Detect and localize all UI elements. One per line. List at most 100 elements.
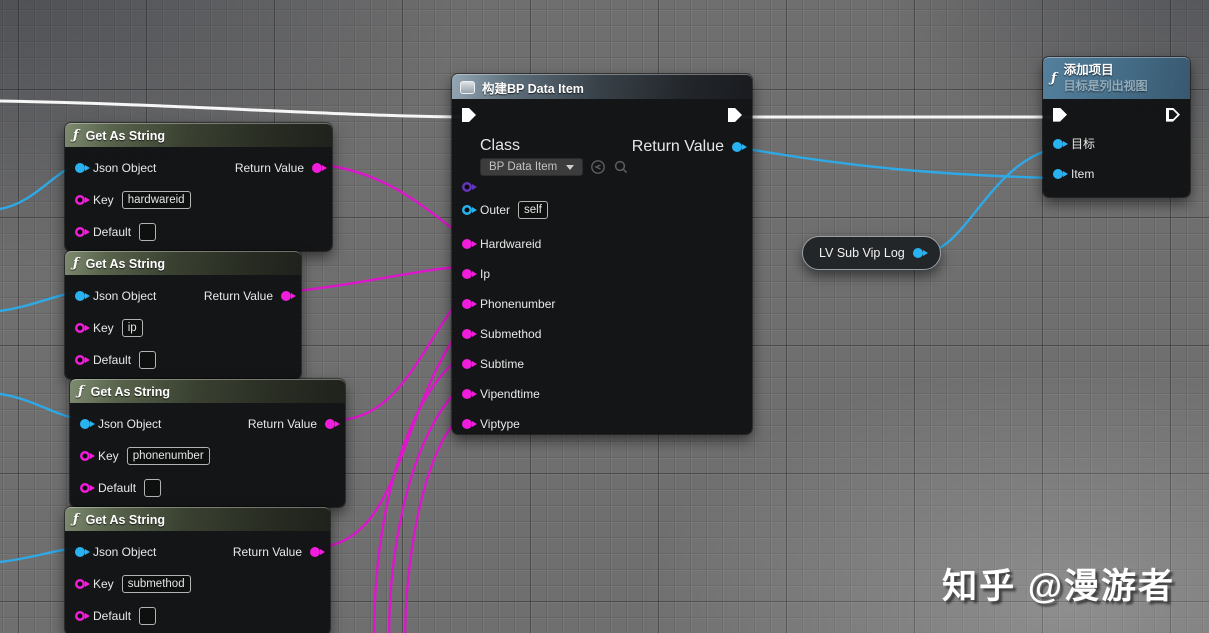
key-pin[interactable] <box>80 451 95 461</box>
key-pin[interactable] <box>75 323 90 333</box>
function-icon: ƒ <box>1051 70 1057 86</box>
node-header[interactable]: 构建BP Data Item <box>452 74 752 99</box>
return-value-pin[interactable] <box>312 163 327 173</box>
target-label: 目标 <box>1071 137 1096 152</box>
phonenumber-label: Phonenumber <box>480 297 556 311</box>
node-title: Get As String <box>90 384 171 399</box>
function-icon: ƒ <box>73 512 79 527</box>
key-label: Key <box>93 193 114 207</box>
exec-in-pin[interactable] <box>1053 107 1067 122</box>
default-pin[interactable] <box>75 227 90 237</box>
wire-return-hardwareid[interactable] <box>316 162 462 236</box>
return-value-label: Return Value <box>232 545 302 559</box>
json-object-pin[interactable] <box>75 547 90 557</box>
class-pin[interactable] <box>462 182 477 192</box>
json-object-label: Json Object <box>93 289 157 303</box>
json-object-label: Json Object <box>98 417 162 431</box>
json-object-pin[interactable] <box>75 291 90 301</box>
default-pin[interactable] <box>80 483 95 493</box>
key-input[interactable]: hardwareid <box>121 191 191 209</box>
class-dropdown-value: BP Data Item <box>489 161 558 173</box>
wire-return-value-to-item[interactable] <box>740 146 1054 180</box>
node-get-as-string-ip[interactable]: ƒ Get As String Json Object Return Value… <box>65 251 301 379</box>
json-object-label: Json Object <box>93 161 157 175</box>
default-input[interactable] <box>139 351 157 369</box>
node-header[interactable]: ƒ Get As String <box>65 507 330 531</box>
key-label: Key <box>98 449 119 463</box>
node-add-item[interactable]: ƒ 添加项目 目标是列出视图 目标 Item <box>1043 57 1190 197</box>
target-pin[interactable] <box>1053 138 1068 149</box>
node-header[interactable]: ƒ Get As String <box>65 251 301 275</box>
exec-in-pin[interactable] <box>462 108 476 122</box>
node-title: 添加项目 <box>1063 63 1114 77</box>
default-pin[interactable] <box>75 611 90 621</box>
default-pin[interactable] <box>75 355 90 365</box>
wire-lvsubviplog-to-target[interactable] <box>921 147 1054 255</box>
default-input[interactable] <box>139 607 157 625</box>
outer-label: Outer <box>480 203 511 217</box>
variable-label: LV Sub Vip Log <box>819 246 905 260</box>
hardwareid-label: Hardwareid <box>480 237 542 251</box>
item-label: Item <box>1071 166 1095 181</box>
wire-exec-in[interactable] <box>0 99 464 119</box>
default-input[interactable] <box>144 479 162 497</box>
key-input[interactable]: ip <box>121 319 143 337</box>
reset-to-default-icon[interactable] <box>590 159 606 175</box>
json-object-pin[interactable] <box>80 419 95 429</box>
item-pin[interactable] <box>1053 168 1068 179</box>
wire-viptype[interactable] <box>403 415 462 633</box>
node-lv-sub-vip-log[interactable]: LV Sub Vip Log <box>802 236 941 270</box>
node-title: Get As String <box>85 256 166 271</box>
chevron-down-icon <box>566 164 575 170</box>
viptype-pin[interactable] <box>462 419 477 429</box>
function-icon: ƒ <box>73 128 79 143</box>
outer-input[interactable]: self <box>518 201 548 219</box>
class-dropdown[interactable]: BP Data Item <box>480 158 584 176</box>
key-label: Key <box>93 321 114 335</box>
wire-vipendtime[interactable] <box>387 385 462 633</box>
ip-pin[interactable] <box>462 269 477 279</box>
variable-output-pin[interactable] <box>912 248 928 258</box>
return-value-pin[interactable] <box>281 291 296 301</box>
node-subtitle: 目标是列出视图 <box>1063 78 1148 93</box>
node-header[interactable]: ƒ 添加项目 目标是列出视图 <box>1043 57 1190 99</box>
struct-icon <box>460 80 475 94</box>
blueprint-graph-canvas[interactable]: ƒ Get As String Json Object Return Value… <box>0 0 1209 633</box>
key-input[interactable]: submethod <box>121 575 191 593</box>
return-value-pin[interactable] <box>310 547 325 557</box>
key-pin[interactable] <box>75 195 90 205</box>
node-header[interactable]: ƒ Get As String <box>70 379 345 403</box>
hardwareid-pin[interactable] <box>462 239 477 249</box>
json-object-pin[interactable] <box>75 163 90 173</box>
subtime-pin[interactable] <box>462 359 477 369</box>
zhihu-watermark: 知乎 @漫游者 <box>942 567 1175 606</box>
submethod-label: Submethod <box>480 327 542 341</box>
node-get-as-string-hardwareid[interactable]: ƒ Get As String Json Object Return Value… <box>65 123 332 251</box>
exec-out-pin[interactable] <box>1166 107 1180 122</box>
node-header[interactable]: ƒ Get As String <box>65 123 332 147</box>
outer-pin[interactable] <box>462 205 477 215</box>
search-icon[interactable] <box>613 159 629 175</box>
submethod-pin[interactable] <box>462 329 477 339</box>
key-pin[interactable] <box>75 579 90 589</box>
node-title: Get As String <box>85 128 166 143</box>
key-input[interactable]: phonenumber <box>126 447 210 465</box>
node-get-as-string-submethod[interactable]: ƒ Get As String Json Object Return Value… <box>65 507 330 633</box>
default-label: Default <box>93 353 132 367</box>
phonenumber-pin[interactable] <box>462 299 477 309</box>
vipendtime-pin[interactable] <box>462 389 477 399</box>
return-value-pin[interactable] <box>325 419 340 429</box>
return-value-label: Return Value <box>631 138 724 155</box>
function-icon: ƒ <box>78 384 84 399</box>
default-input[interactable] <box>139 223 157 241</box>
node-construct-bp-data-item[interactable]: 构建BP Data Item Class BP Data Item Return… <box>452 74 752 434</box>
return-value-label: Return Value <box>234 161 304 175</box>
default-label: Default <box>93 225 132 239</box>
exec-out-pin[interactable] <box>728 108 742 122</box>
node-get-as-string-phonenumber[interactable]: ƒ Get As String Json Object Return Value… <box>70 379 345 507</box>
key-label: Key <box>93 577 114 591</box>
wire-return-ip[interactable] <box>284 265 462 294</box>
return-value-pin[interactable] <box>732 142 747 152</box>
json-object-label: Json Object <box>93 545 157 559</box>
vipendtime-label: Vipendtime <box>480 387 540 401</box>
